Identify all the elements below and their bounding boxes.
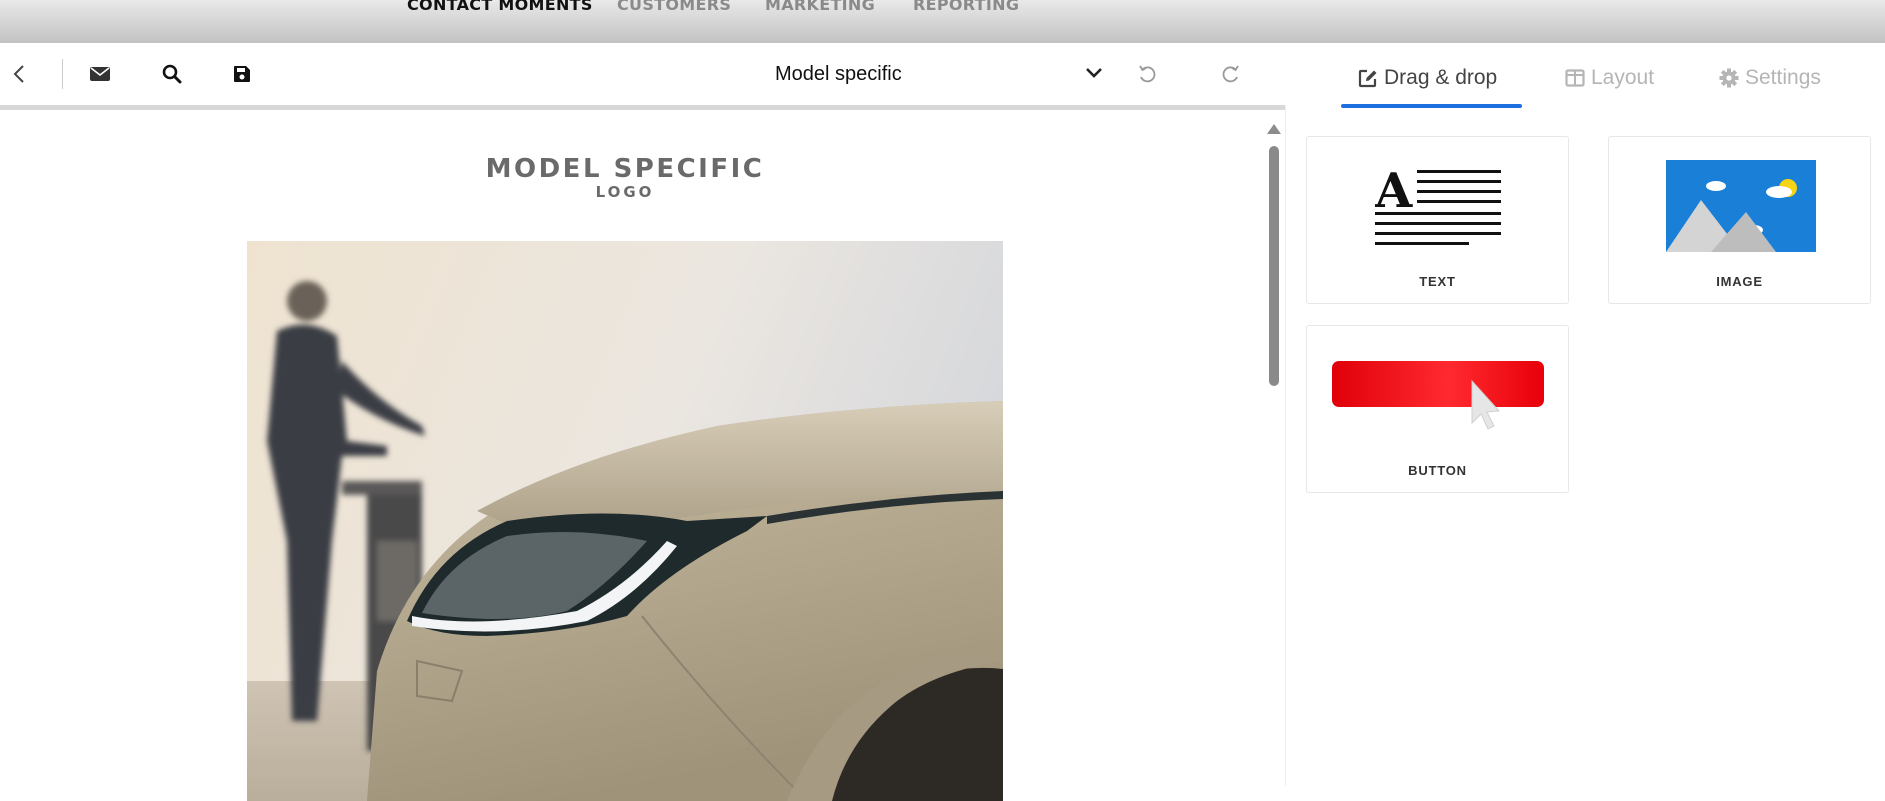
logo-line-1: MODEL SPECIFIC — [485, 154, 765, 184]
chevron-left-icon — [13, 65, 24, 83]
template-select-value: Model specific — [775, 63, 902, 85]
text-block-icon: A — [1375, 167, 1501, 245]
tab-layout[interactable]: Layout — [1565, 61, 1654, 95]
send-email-button[interactable] — [85, 59, 115, 89]
nav-item-contact-moments[interactable]: CONTACT MOMENTS — [407, 0, 593, 14]
editor-toolbar: Model specific — [0, 43, 1285, 105]
button-block[interactable]: BUTTON — [1306, 325, 1569, 493]
panel-divider — [1285, 105, 1286, 786]
undo-button[interactable] — [1132, 59, 1162, 89]
back-button[interactable] — [4, 59, 34, 89]
image-block-label: IMAGE — [1716, 274, 1763, 289]
save-button[interactable] — [227, 59, 257, 89]
top-navigation: CONTACT MOMENTS CUSTOMERS MARKETING REPO… — [0, 0, 1885, 43]
search-button[interactable] — [157, 59, 187, 89]
image-block-icon — [1666, 160, 1816, 252]
redo-icon — [1222, 65, 1239, 83]
scrollbar-thumb[interactable] — [1269, 146, 1279, 386]
image-block[interactable]: IMAGE — [1608, 136, 1871, 304]
button-block-label: BUTTON — [1408, 463, 1467, 478]
model-logo[interactable]: MODEL SPECIFIC LOGO — [340, 155, 910, 201]
chevron-down-icon — [1086, 68, 1102, 78]
email-canvas[interactable]: MODEL SPECIFIC LOGO — [0, 105, 1285, 801]
car-photo — [247, 241, 1003, 801]
tab-layout-label: Layout — [1591, 66, 1655, 89]
save-icon — [234, 66, 250, 82]
svg-text:A: A — [1375, 167, 1413, 219]
nav-item-marketing[interactable]: MARKETING — [765, 0, 875, 14]
tab-drag-and-drop-label: Drag & drop — [1384, 66, 1498, 89]
toolbar-divider — [62, 59, 63, 89]
undo-icon — [1139, 65, 1156, 83]
button-block-icon — [1332, 361, 1544, 430]
tab-settings[interactable]: Settings — [1719, 61, 1821, 95]
text-block[interactable]: A TEXT — [1306, 136, 1569, 304]
envelope-icon — [90, 67, 110, 81]
text-block-label: TEXT — [1419, 274, 1456, 289]
scroll-up-arrow-icon[interactable] — [1267, 124, 1281, 134]
template-select[interactable]: Model specific — [760, 57, 1102, 91]
gear-icon — [1719, 68, 1739, 88]
nav-item-reporting[interactable]: REPORTING — [913, 0, 1019, 14]
columns-icon — [1565, 69, 1585, 87]
edit-icon — [1358, 69, 1377, 88]
hero-car-image[interactable] — [247, 241, 1003, 801]
active-tab-indicator — [1341, 104, 1522, 108]
tab-drag-and-drop[interactable]: Drag & drop — [1358, 61, 1497, 95]
search-icon — [162, 64, 182, 84]
content-panel: Drag & drop Layout Settings A TEXT IMAGE… — [1285, 43, 1885, 786]
tab-settings-label: Settings — [1745, 66, 1821, 89]
logo-line-2: LOGO — [595, 183, 655, 201]
nav-item-customers[interactable]: CUSTOMERS — [617, 0, 731, 14]
redo-button[interactable] — [1216, 59, 1246, 89]
